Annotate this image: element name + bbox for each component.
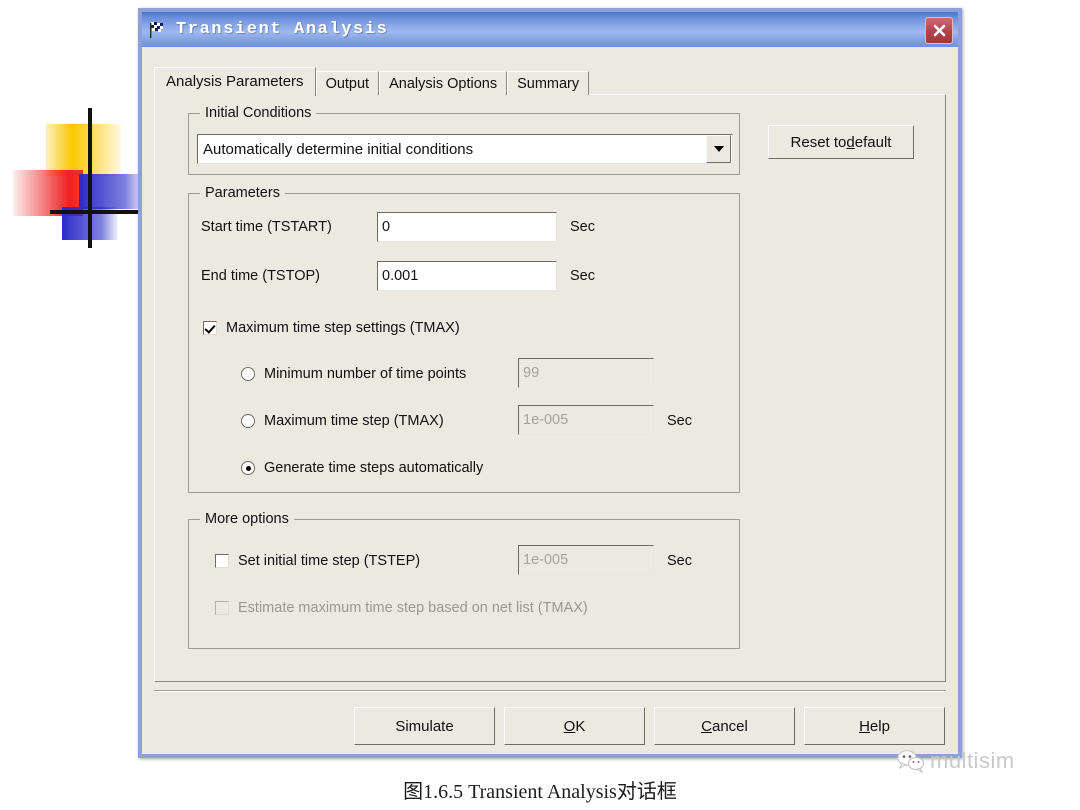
radio-maximum-time-step[interactable]: Maximum time step (TMAX)	[241, 413, 444, 429]
watermark-text: multisim	[930, 748, 1015, 773]
tab-analysis-options[interactable]: Analysis Options	[379, 71, 508, 95]
checkbox-icon	[203, 321, 217, 335]
parameters-group-label: Parameters	[200, 185, 285, 201]
reset-label-accel: d	[846, 133, 855, 151]
close-icon[interactable]	[925, 17, 953, 44]
checkbox-icon	[215, 601, 229, 615]
estimate-max-time-step-label: Estimate maximum time step based on net …	[238, 600, 588, 616]
initial-conditions-selected-value: Automatically determine initial conditio…	[203, 140, 474, 158]
parameters-group: Parameters Start time (TSTART) 0 Sec End…	[188, 185, 740, 493]
maximum-time-step-unit: Sec	[667, 413, 692, 429]
chevron-down-icon[interactable]	[706, 135, 731, 163]
tab-output[interactable]: Output	[315, 71, 380, 95]
radio-minimum-time-points-label: Minimum number of time points	[264, 366, 467, 382]
radio-generate-time-steps-label: Generate time steps automatically	[264, 460, 484, 476]
more-options-group-label: More options	[200, 511, 294, 527]
footer-separator	[154, 690, 946, 692]
help-button[interactable]: Help	[804, 707, 945, 745]
radio-minimum-time-points[interactable]: Minimum number of time points	[241, 366, 466, 382]
radio-icon	[241, 414, 255, 428]
cancel-label-accel: C	[701, 717, 712, 735]
ok-button[interactable]: OK	[504, 707, 645, 745]
watermark: multisim	[896, 748, 1015, 774]
radio-icon	[241, 367, 255, 381]
max-time-step-settings-checkbox[interactable]: Maximum time step settings (TMAX)	[203, 320, 460, 336]
maximum-time-step-input[interactable]: 1e-005	[518, 405, 654, 435]
ok-label-accel: O	[563, 717, 576, 735]
initial-time-step-unit: Sec	[667, 553, 692, 569]
initial-conditions-group-label: Initial Conditions	[200, 105, 317, 121]
initial-conditions-dropdown[interactable]: Automatically determine initial conditio…	[197, 134, 733, 164]
ok-label-post: K	[575, 717, 586, 735]
tab-summary[interactable]: Summary	[507, 71, 590, 95]
end-time-unit: Sec	[570, 268, 595, 284]
start-time-unit: Sec	[570, 219, 595, 235]
dialog-titlebar[interactable]: Transient Analysis	[142, 12, 958, 47]
tab-strip: Analysis Parameters Output Analysis Opti…	[154, 67, 590, 96]
end-time-label: End time (TSTOP)	[201, 268, 320, 284]
cancel-button[interactable]: Cancel	[654, 707, 795, 745]
set-initial-time-step-checkbox[interactable]: Set initial time step (TSTEP)	[215, 553, 420, 569]
figure-caption: 图1.6.5 Transient Analysis对话框	[403, 781, 677, 803]
tab-panel-analysis-parameters: Initial Conditions Automatically determi…	[154, 94, 946, 682]
reset-to-default-button[interactable]: Reset to d efault	[768, 125, 914, 159]
end-time-input[interactable]: 0.001	[377, 261, 557, 291]
transient-analysis-dialog: Transient Analysis Analysis Parameters O…	[138, 8, 962, 758]
decorative-background-graphic	[13, 108, 145, 248]
reset-label-post: efault	[854, 133, 892, 151]
simulate-label-post: Simulate	[395, 717, 454, 735]
max-time-step-settings-label: Maximum time step settings (TMAX)	[226, 320, 460, 336]
more-options-group: More options Set initial time step (TSTE…	[188, 511, 740, 649]
initial-time-step-input[interactable]: 1e-005	[518, 545, 654, 575]
set-initial-time-step-label: Set initial time step (TSTEP)	[238, 553, 421, 569]
initial-conditions-group: Initial Conditions Automatically determi…	[188, 105, 740, 175]
simulate-button[interactable]: Simulate	[354, 707, 495, 745]
help-label-post: elp	[869, 717, 890, 735]
radio-maximum-time-step-label: Maximum time step (TMAX)	[264, 413, 444, 429]
help-label-accel: H	[859, 717, 870, 735]
start-time-input[interactable]: 0	[377, 212, 557, 242]
radio-generate-time-steps-automatically[interactable]: Generate time steps automatically	[241, 460, 483, 476]
start-time-label: Start time (TSTART)	[201, 219, 332, 235]
estimate-max-time-step-checkbox: Estimate maximum time step based on net …	[215, 600, 588, 616]
radio-icon	[241, 461, 255, 475]
checkbox-icon	[215, 554, 229, 568]
reset-label-pre: Reset to	[790, 133, 847, 151]
wechat-icon	[897, 750, 925, 773]
cancel-label-post: ancel	[711, 717, 748, 735]
dialog-title: Transient Analysis	[176, 20, 389, 39]
tab-analysis-parameters[interactable]: Analysis Parameters	[154, 67, 316, 96]
checkered-flag-icon	[150, 21, 163, 38]
minimum-time-points-input[interactable]: 99	[518, 358, 654, 388]
